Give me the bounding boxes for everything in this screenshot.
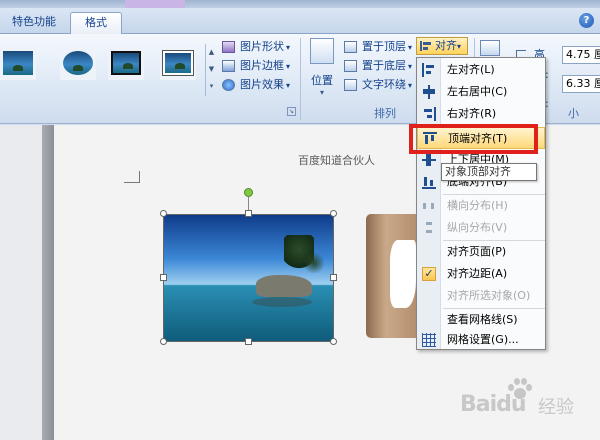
crop-icon[interactable] (480, 40, 500, 56)
menu-item-align-selected: 对齐所选对象(O) (447, 289, 531, 302)
width-input[interactable]: 6.33 厘 (562, 75, 600, 93)
dropdown-arrow-icon: ▾ (408, 62, 413, 71)
arrange-group-label: 排列 (374, 107, 396, 120)
watermark-suffix: 经验 (538, 397, 574, 418)
align-center-icon (422, 85, 436, 99)
dropdown-arrow-icon: ▾ (286, 81, 291, 90)
send-back-icon (344, 60, 357, 72)
bring-to-front-button[interactable]: 置于顶层 ▾ (344, 38, 412, 56)
gallery-scroll[interactable]: ▲ ▼ ▾ (205, 44, 217, 96)
vertical-ruler (42, 125, 54, 440)
tooltip: 对象顶部对齐 (441, 163, 537, 181)
picture-style-thumbnail[interactable] (60, 46, 96, 80)
checkmark-icon: ✓ (422, 267, 436, 281)
position-icon (310, 38, 334, 64)
gallery-more-icon[interactable]: ▾ (206, 78, 217, 95)
dropdown-arrow-icon: ▾ (408, 43, 413, 52)
dropdown-arrow-icon: ▾ (286, 43, 291, 52)
align-left-icon (422, 63, 436, 77)
picture-border-button[interactable]: 图片边框 ▾ (222, 57, 290, 75)
menu-item-distribute-vertical: 纵向分布(V) (417, 217, 545, 239)
title-bar-strip (0, 0, 600, 8)
effects-icon (222, 79, 235, 91)
rotate-handle[interactable] (244, 188, 253, 197)
menu-item-grid-settings[interactable]: 网格设置(G)... (417, 329, 545, 351)
pen-border-icon (222, 60, 235, 72)
ribbon-tab-bar: 特色功能 格式 ? (0, 8, 600, 34)
picture-shape-button[interactable]: 图片形状 ▾ (222, 38, 290, 56)
contextual-tab-marker (125, 0, 185, 8)
wrap-text-button[interactable]: 文字环绕 ▾ (344, 76, 412, 94)
align-right-icon (422, 107, 436, 121)
resize-handle-top-left[interactable] (160, 210, 167, 217)
resize-handle-left[interactable] (160, 274, 167, 281)
document-header-text: 百度知道合伙人 (298, 154, 375, 167)
height-input[interactable]: 4.75 厘 (562, 46, 600, 64)
resize-handle-bottom-left[interactable] (160, 338, 167, 345)
help-icon[interactable]: ? (579, 13, 594, 28)
align-bottom-icon (422, 175, 436, 189)
picture-effects-button[interactable]: 图片效果 ▾ (222, 76, 290, 94)
second-picture[interactable] (366, 214, 416, 338)
watermark-brand: Baidu (460, 392, 527, 417)
dialog-launcher-icon[interactable]: ↘ (287, 107, 296, 116)
shape-icon (222, 41, 235, 53)
picture-style-thumbnail[interactable] (108, 46, 144, 80)
resize-handle-bottom[interactable] (245, 338, 252, 345)
wrap-text-icon (344, 79, 357, 91)
align-icon (420, 41, 431, 51)
align-dropdown-menu: 左对齐(L) 左右居中(C) 右对齐(R) 顶端对齐(T) 上下居中(M) 底端… (416, 57, 546, 350)
align-middle-icon (422, 153, 436, 167)
dropdown-arrow-icon: ▾ (457, 42, 462, 51)
highlight-annotation-box (409, 124, 538, 154)
selected-picture[interactable] (163, 214, 334, 342)
menu-item-distribute-horizontal: 横向分布(H) (417, 195, 545, 217)
dropdown-arrow-icon: ▾ (408, 81, 413, 90)
menu-item-align-left[interactable]: 左对齐(L) (417, 59, 545, 81)
group-separator (300, 38, 301, 120)
scroll-up-icon[interactable]: ▲ (206, 44, 217, 61)
picture-style-thumbnail[interactable] (0, 46, 36, 80)
size-group-label: 小 (568, 107, 579, 120)
dropdown-arrow-icon: ▾ (286, 62, 291, 71)
resize-handle-right[interactable] (330, 274, 337, 281)
menu-item-align-right[interactable]: 右对齐(R) (417, 103, 545, 125)
tab-special-features[interactable]: 特色功能 (4, 12, 64, 34)
resize-handle-bottom-right[interactable] (330, 338, 337, 345)
distribute-horizontal-icon (422, 199, 436, 213)
menu-item-view-gridlines[interactable]: 查看网格线(S) (417, 309, 545, 331)
dropdown-arrow-icon: ▾ (319, 88, 324, 97)
distribute-vertical-icon (422, 221, 436, 235)
picture-style-gallery: ▲ ▼ ▾ (0, 38, 218, 100)
menu-item-align-center[interactable]: 左右居中(C) (417, 81, 545, 103)
send-to-back-button[interactable]: 置于底层 ▾ (344, 57, 412, 75)
position-button[interactable]: 位置 ▾ (308, 38, 336, 104)
baidu-watermark: Baidu 经验 (454, 378, 594, 430)
picture-style-thumbnail[interactable] (160, 46, 196, 80)
resize-handle-top[interactable] (245, 210, 252, 217)
menu-item-align-to-page[interactable]: 对齐页面(P) (417, 241, 545, 263)
resize-handle-top-right[interactable] (330, 210, 337, 217)
menu-item-align-to-margin[interactable]: ✓ 对齐边距(A) (417, 263, 545, 285)
tab-format[interactable]: 格式 (70, 12, 122, 34)
grid-icon (422, 333, 436, 347)
align-dropdown-button[interactable]: 对齐▾ (416, 37, 468, 55)
margin-corner-mark (124, 171, 140, 183)
bring-front-icon (344, 41, 357, 53)
scroll-down-icon[interactable]: ▼ (206, 61, 217, 78)
